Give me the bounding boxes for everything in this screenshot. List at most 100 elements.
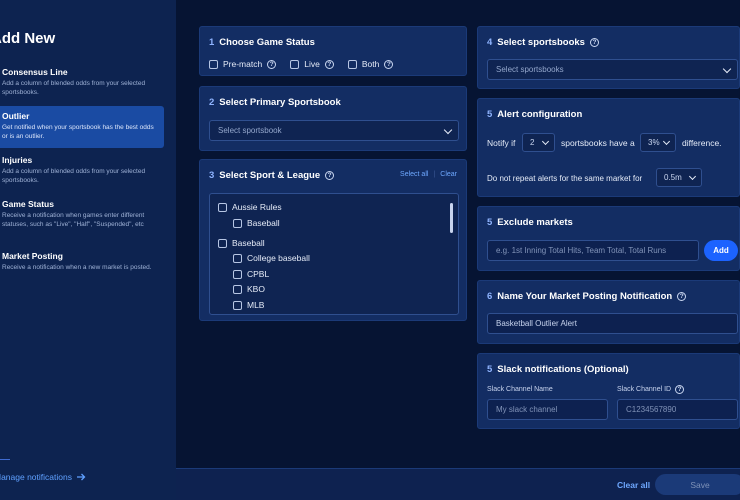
list-item-label: Baseball bbox=[247, 218, 280, 228]
step-number: 3 bbox=[209, 170, 215, 181]
sidebar-item-outlier[interactable]: Outlier Get notified when your sportsboo… bbox=[0, 106, 164, 148]
card-title: 2 Select Primary Sportsbook bbox=[209, 97, 341, 108]
help-icon[interactable]: ? bbox=[384, 59, 394, 69]
option-label: Pre-match bbox=[223, 59, 263, 69]
sportsbook-count-select[interactable]: 2 bbox=[522, 133, 555, 152]
sidebar-item-consensus-line[interactable]: Consensus Line Add a column of blended o… bbox=[0, 62, 164, 102]
channel-id-input[interactable]: C1234567890 bbox=[617, 399, 738, 420]
add-button[interactable]: Add bbox=[704, 240, 738, 261]
checkbox[interactable] bbox=[347, 59, 357, 69]
option-live[interactable]: Live ? bbox=[290, 59, 334, 69]
list-item[interactable]: CPBL bbox=[233, 269, 269, 279]
step-number: 1 bbox=[209, 37, 215, 48]
select-value: Select sportsbooks bbox=[496, 65, 564, 74]
card-title: 5 Slack notifications (Optional) bbox=[487, 364, 629, 375]
help-icon[interactable]: ? bbox=[267, 59, 277, 69]
manage-notifications-link[interactable]: Manage notifications bbox=[0, 472, 86, 482]
card-title: 6 Name Your Market Posting Notification … bbox=[487, 291, 687, 302]
save-button[interactable]: Save bbox=[655, 474, 740, 495]
clear-all-button[interactable]: Clear all bbox=[617, 480, 650, 490]
list-item[interactable]: MLB bbox=[233, 300, 264, 310]
help-icon[interactable]: ? bbox=[589, 38, 599, 47]
option-both[interactable]: Both ? bbox=[347, 59, 394, 69]
select-value: 2 bbox=[530, 138, 535, 147]
sidebar-title: Add New bbox=[0, 30, 56, 47]
card-title-text: Name Your Market Posting Notification bbox=[497, 291, 673, 302]
difference-percent-select[interactable]: 3% bbox=[640, 133, 676, 152]
sportsbooks-select[interactable]: Select sportsbooks bbox=[487, 59, 738, 80]
primary-sportsbook-select[interactable]: Select sportsbook bbox=[209, 120, 459, 141]
chevron-down-icon bbox=[443, 125, 453, 135]
repeat-interval-select[interactable]: 0.5m bbox=[656, 168, 702, 187]
manage-notifications-label: Manage notifications bbox=[0, 472, 72, 482]
sidebar-item-desc: Receive a notification when a new market… bbox=[2, 264, 152, 271]
help-icon[interactable]: ? bbox=[677, 292, 687, 301]
sportsbooks-card: 4 Select sportsbooks ? Select sportsbook… bbox=[477, 26, 740, 89]
checkbox[interactable] bbox=[290, 59, 300, 69]
sidebar-item-desc: Receive a notification when games enter … bbox=[2, 212, 145, 228]
checkbox[interactable] bbox=[233, 284, 242, 294]
chevron-down-icon bbox=[722, 64, 732, 74]
sidebar-item-injuries[interactable]: Injuries Add a column of blended odds fr… bbox=[0, 150, 164, 190]
checkbox[interactable] bbox=[233, 218, 242, 228]
help-icon[interactable]: ? bbox=[325, 171, 335, 180]
sidebar-item-title: Market Posting bbox=[2, 251, 63, 261]
input-placeholder: e.g. 1st Inning Total Hits, Team Total, … bbox=[496, 246, 667, 255]
step-number: 4 bbox=[487, 37, 493, 48]
sidebar-divider bbox=[0, 459, 10, 460]
separator: | bbox=[433, 171, 436, 178]
channel-name-input[interactable]: My slack channel bbox=[487, 399, 608, 420]
card-title: 1 Choose Game Status bbox=[209, 37, 315, 48]
market-posting-card: 6 Name Your Market Posting Notification … bbox=[477, 280, 740, 344]
game-status-card: 1 Choose Game Status Pre-match ? Live ? … bbox=[199, 26, 467, 76]
sport-league-card: 3 Select Sport & League ? Select all | C… bbox=[199, 159, 467, 321]
list-item[interactable]: Aussie Rules bbox=[218, 202, 282, 212]
chevron-down-icon bbox=[541, 137, 550, 146]
sport-league-list[interactable]: Aussie Rules Baseball Baseball College b… bbox=[209, 193, 459, 315]
checkbox[interactable] bbox=[218, 202, 227, 212]
sidebar-item-game-status[interactable]: Game Status Receive a notification when … bbox=[0, 194, 164, 234]
card-title-text: Slack notifications (Optional) bbox=[497, 364, 629, 375]
card-title-text: Select Sport & League bbox=[219, 170, 321, 181]
help-icon[interactable]: ? bbox=[324, 59, 334, 69]
list-item[interactable]: Baseball bbox=[218, 238, 265, 248]
arrow-right-icon bbox=[76, 473, 86, 481]
channel-id-label: Slack Channel ID bbox=[617, 386, 672, 393]
select-value: Select sportsbook bbox=[218, 126, 282, 135]
step-number: 6 bbox=[487, 291, 493, 302]
difference-label: difference. bbox=[682, 138, 722, 148]
help-icon[interactable]: ? bbox=[675, 385, 685, 394]
select-value: 3% bbox=[648, 138, 660, 147]
have-a-label: sportsbooks have a bbox=[561, 138, 635, 148]
input-placeholder: My slack channel bbox=[496, 405, 558, 414]
select-controls: Select all | Clear bbox=[400, 171, 457, 178]
checkbox[interactable] bbox=[233, 269, 242, 279]
sidebar-item-title: Outlier bbox=[2, 111, 30, 121]
checkbox[interactable] bbox=[209, 59, 218, 69]
select-all-link[interactable]: Select all bbox=[400, 171, 428, 178]
exclude-markets-input[interactable]: e.g. 1st Inning Total Hits, Team Total, … bbox=[487, 240, 699, 261]
checkbox[interactable] bbox=[233, 253, 242, 263]
card-title: 5 Exclude markets bbox=[487, 217, 573, 228]
repeat-label: Do not repeat alerts for the same market… bbox=[487, 174, 643, 183]
checkbox[interactable] bbox=[233, 300, 242, 310]
list-item[interactable]: KBO bbox=[233, 284, 265, 294]
option-label: Both bbox=[361, 59, 380, 69]
alert-config-card: 5 Alert configuration Notify if 2 sports… bbox=[477, 98, 740, 197]
input-value: Basketball Outlier Alert bbox=[496, 319, 577, 328]
game-status-options: Pre-match ? Live ? Both ? bbox=[209, 59, 394, 69]
list-item[interactable]: College baseball bbox=[233, 253, 310, 263]
scrollbar[interactable] bbox=[450, 203, 453, 233]
notification-name-input[interactable]: Basketball Outlier Alert bbox=[487, 313, 738, 334]
sidebar: Add New Consensus Line Add a column of b… bbox=[0, 0, 176, 500]
card-title-text: Exclude markets bbox=[497, 217, 573, 228]
option-label: Live bbox=[304, 59, 320, 69]
option-pre-match[interactable]: Pre-match ? bbox=[209, 59, 277, 69]
clear-link[interactable]: Clear bbox=[440, 171, 457, 178]
sidebar-item-market-posting[interactable]: Market Posting Receive a notification wh… bbox=[0, 246, 164, 278]
list-item[interactable]: Baseball bbox=[233, 218, 280, 228]
main-panel: 1 Choose Game Status Pre-match ? Live ? … bbox=[176, 0, 740, 468]
select-value: 0.5m bbox=[664, 173, 682, 182]
checkbox[interactable] bbox=[218, 238, 227, 248]
step-number: 2 bbox=[209, 97, 215, 108]
